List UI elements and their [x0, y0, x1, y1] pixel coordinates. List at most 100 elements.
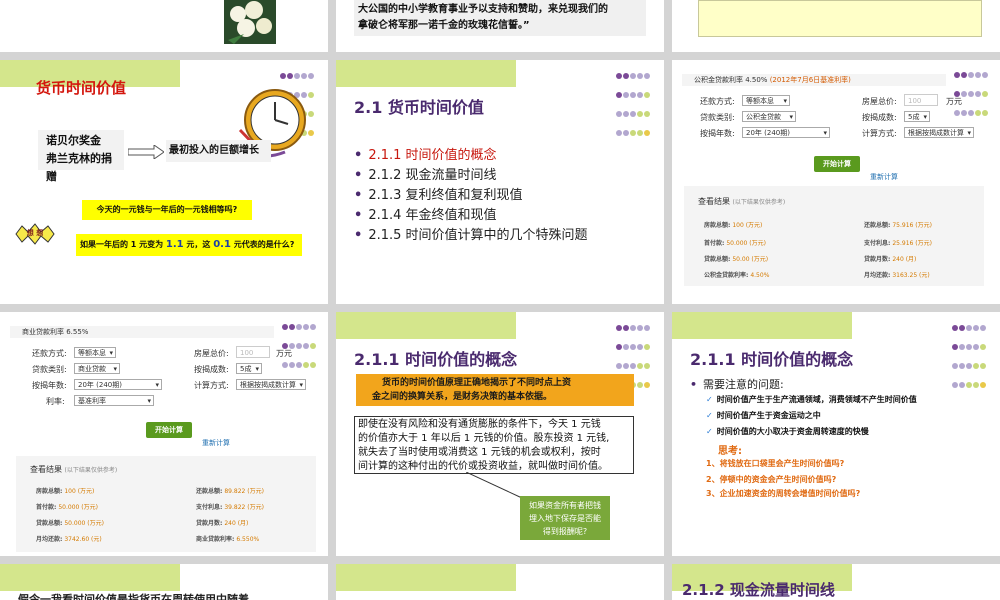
- slide-title: 2.1.1 时间价值的概念: [690, 350, 854, 369]
- result-label: 贷款月数:: [196, 520, 223, 527]
- toc-item-1[interactable]: 2.1.1 时间价值的概念: [354, 144, 496, 163]
- result-label: 商业贷款利率:: [196, 536, 235, 543]
- result-item: 房款总额: 100 (万元): [704, 220, 762, 229]
- yellow-note: [698, 0, 982, 37]
- start-calc-button[interactable]: 开始计算: [814, 156, 860, 172]
- result-value: 6.550%: [236, 536, 260, 543]
- header-band: [336, 564, 516, 591]
- ratio-select[interactable]: 5成: [236, 363, 262, 375]
- years-select[interactable]: 20年 (240期): [74, 379, 162, 391]
- result-title: 查看结果 (以下结果仅供参考): [30, 464, 117, 475]
- result-note: (以下结果仅供参考): [64, 467, 118, 474]
- result-value: 4.50%: [750, 272, 770, 279]
- slide-1[interactable]: [0, 0, 328, 52]
- slide-title: 2.1 货币时间价值: [354, 98, 484, 117]
- result-panel: 查看结果 (以下结果仅供参考) 房款总额: 100 (万元) 还款总额: 89.…: [16, 456, 316, 552]
- calc-select[interactable]: 根据按揭成数计算: [904, 127, 974, 139]
- result-label: 月均还款:: [864, 272, 891, 279]
- type-select[interactable]: 商业贷款: [74, 363, 120, 375]
- decor-dots: [282, 316, 322, 373]
- toc-item-2[interactable]: 2.1.2 现金流量时间线: [354, 164, 496, 183]
- result-item: 支付利息: 39.822 (万元): [196, 502, 264, 511]
- result-value: 50.00 (万元): [732, 256, 769, 263]
- ratio-select[interactable]: 5成: [904, 111, 930, 123]
- result-label: 首付款:: [36, 504, 57, 511]
- rate-text: 公积金贷款利率 4.50%: [694, 76, 768, 84]
- result-value: 3163.25 (元): [892, 272, 930, 279]
- toc-item-5[interactable]: 2.1.5 时间价值计算中的几个特殊问题: [354, 224, 587, 243]
- quote-line-2: 拿破仑将军那一诺千金的玫瑰花信誓。”: [358, 20, 530, 31]
- result-label: 还款总额:: [864, 222, 891, 229]
- result-item: 月均还款: 3742.60 (元): [36, 534, 102, 543]
- check-icon: ✓: [706, 395, 713, 404]
- result-panel: 查看结果 (以下结果仅供参考) 房款总额: 100 (万元) 还款总额: 75.…: [684, 186, 984, 286]
- result-value: 75.916 (万元): [892, 222, 932, 229]
- repay-select[interactable]: 等额本息: [742, 95, 790, 107]
- type-select[interactable]: 公积金贷款: [742, 111, 796, 123]
- slide-8[interactable]: 2.1.1 时间价值的概念 货币的时间价值原理正确地揭示了不同时点上资 金之间的…: [336, 312, 664, 556]
- result-item: 商业贷款利率: 6.550%: [196, 534, 259, 543]
- price-input[interactable]: 100: [236, 346, 270, 358]
- start-calc-button[interactable]: 开始计算: [146, 422, 192, 438]
- decor-dots: [616, 65, 656, 141]
- result-item: 贷款月数: 240 (月): [864, 254, 916, 263]
- repay-select[interactable]: 等额本息: [74, 347, 116, 359]
- slide-11[interactable]: [336, 564, 664, 600]
- result-label: 月均还款:: [36, 536, 63, 543]
- price-label: 房屋总价:: [194, 349, 229, 358]
- check-icon: ✓: [706, 411, 713, 420]
- years-label: 按揭年数:: [32, 381, 67, 390]
- slide-9[interactable]: 2.1.1 时间价值的概念 需要注意的问题: ✓时间价值产生于生产流通领域，消费…: [672, 312, 1000, 556]
- slide-6[interactable]: 公积金贷款利率 4.50% (2012年7月6日基准利率) 还款方式: 等额本息…: [672, 60, 1000, 304]
- result-value: 89.822 (万元): [224, 488, 264, 495]
- callout-line-2: 埋入地下保存是否能: [529, 514, 601, 523]
- slide-3[interactable]: [672, 0, 1000, 52]
- reset-link[interactable]: 重新计算: [202, 438, 230, 448]
- principle-line-2: 金之间的换算关系，是财务决策的基本依据。: [372, 392, 553, 402]
- price-input[interactable]: 100: [904, 94, 938, 106]
- header-band: [0, 564, 180, 591]
- result-value: 100 (万元): [732, 222, 763, 229]
- toc-item-3[interactable]: 2.1.3 复利终值和复利现值: [354, 184, 522, 203]
- check-icon: ✓: [706, 427, 713, 436]
- header-band: [336, 312, 516, 339]
- years-select[interactable]: 20年 (240期): [742, 127, 830, 139]
- result-item: 贷款月数: 240 (月): [196, 518, 248, 527]
- slide-title: 货币时间价值: [36, 79, 127, 97]
- result-value: 240 (月): [224, 520, 249, 527]
- result-item: 还款总额: 75.916 (万元): [864, 220, 932, 229]
- principle-line-1: 货币的时间价值原理正确地揭示了不同时点上资: [382, 378, 572, 388]
- price-unit: 万元: [276, 349, 292, 358]
- result-item: 还款总额: 89.822 (万元): [196, 486, 264, 495]
- arrow-icon: [127, 144, 165, 163]
- check-text: 时间价值的大小取决于资金周转速度的快慢: [716, 427, 869, 436]
- reset-link[interactable]: 重新计算: [870, 172, 898, 182]
- result-item: 贷款总额: 50.00 (万元): [704, 254, 768, 263]
- slide-10[interactable]: 假令一我看时间价值是指货币在周转使用中随着: [0, 564, 328, 600]
- q2-part-e: 元代表的是什么?: [230, 240, 295, 249]
- slide-5[interactable]: 2.1 货币时间价值 2.1.1 时间价值的概念 2.1.2 现金流量时间线 2…: [336, 60, 664, 304]
- toc-item-4[interactable]: 2.1.4 年金终值和现值: [354, 204, 496, 223]
- question-heading: 需要注意的问题:: [690, 376, 784, 392]
- result-title-text: 查看结果: [698, 197, 730, 206]
- slide-7[interactable]: 商业贷款利率 6.55% 还款方式: 等额本息 房屋总价: 100 万元 贷款类…: [0, 312, 328, 556]
- result-value: 50.000 (万元): [726, 240, 766, 247]
- result-value: 25.916 (万元): [892, 240, 932, 247]
- rate-select[interactable]: 基准利率: [74, 395, 154, 407]
- result-value: 3742.60 (元): [64, 536, 102, 543]
- result-item: 房款总额: 100 (万元): [36, 486, 94, 495]
- result-value: 50.000 (万元): [64, 520, 104, 527]
- quote-text-box: 大公国的中小学教育事业予以支持和赞助，来兑现我们的 拿破仑将军那一诺千金的玫瑰花…: [354, 0, 646, 36]
- result-item: 首付款: 50.000 (万元): [36, 502, 98, 511]
- explanation-line-3: 就失去了当时使用或消费这 1 元钱的机会或权利，按时: [358, 447, 601, 458]
- years-label: 按揭年数:: [700, 129, 735, 138]
- slide-4[interactable]: 货币时间价值 诺贝尔奖金 弗兰克林的捐赠 最初投入的巨额增长 今天的一元钱与一年…: [0, 60, 328, 304]
- result-label: 房款总额:: [36, 488, 63, 495]
- callout-box: 如果资金所有者把钱 埋入地下保存是否能 得到报酬呢?: [520, 496, 610, 540]
- slide-2[interactable]: 大公国的中小学教育事业予以支持和赞助，来兑现我们的 拿破仑将军那一诺千金的玫瑰花…: [336, 0, 664, 52]
- calc-select[interactable]: 根据按揭成数计算: [236, 379, 306, 391]
- calc-header: 商业贷款利率 6.55%: [10, 326, 274, 338]
- slide-12[interactable]: 2.1.2 现金流量时间线: [672, 564, 1000, 600]
- result-item: 支付利息: 25.916 (万元): [864, 238, 932, 247]
- think-label: 想 想: [26, 229, 44, 237]
